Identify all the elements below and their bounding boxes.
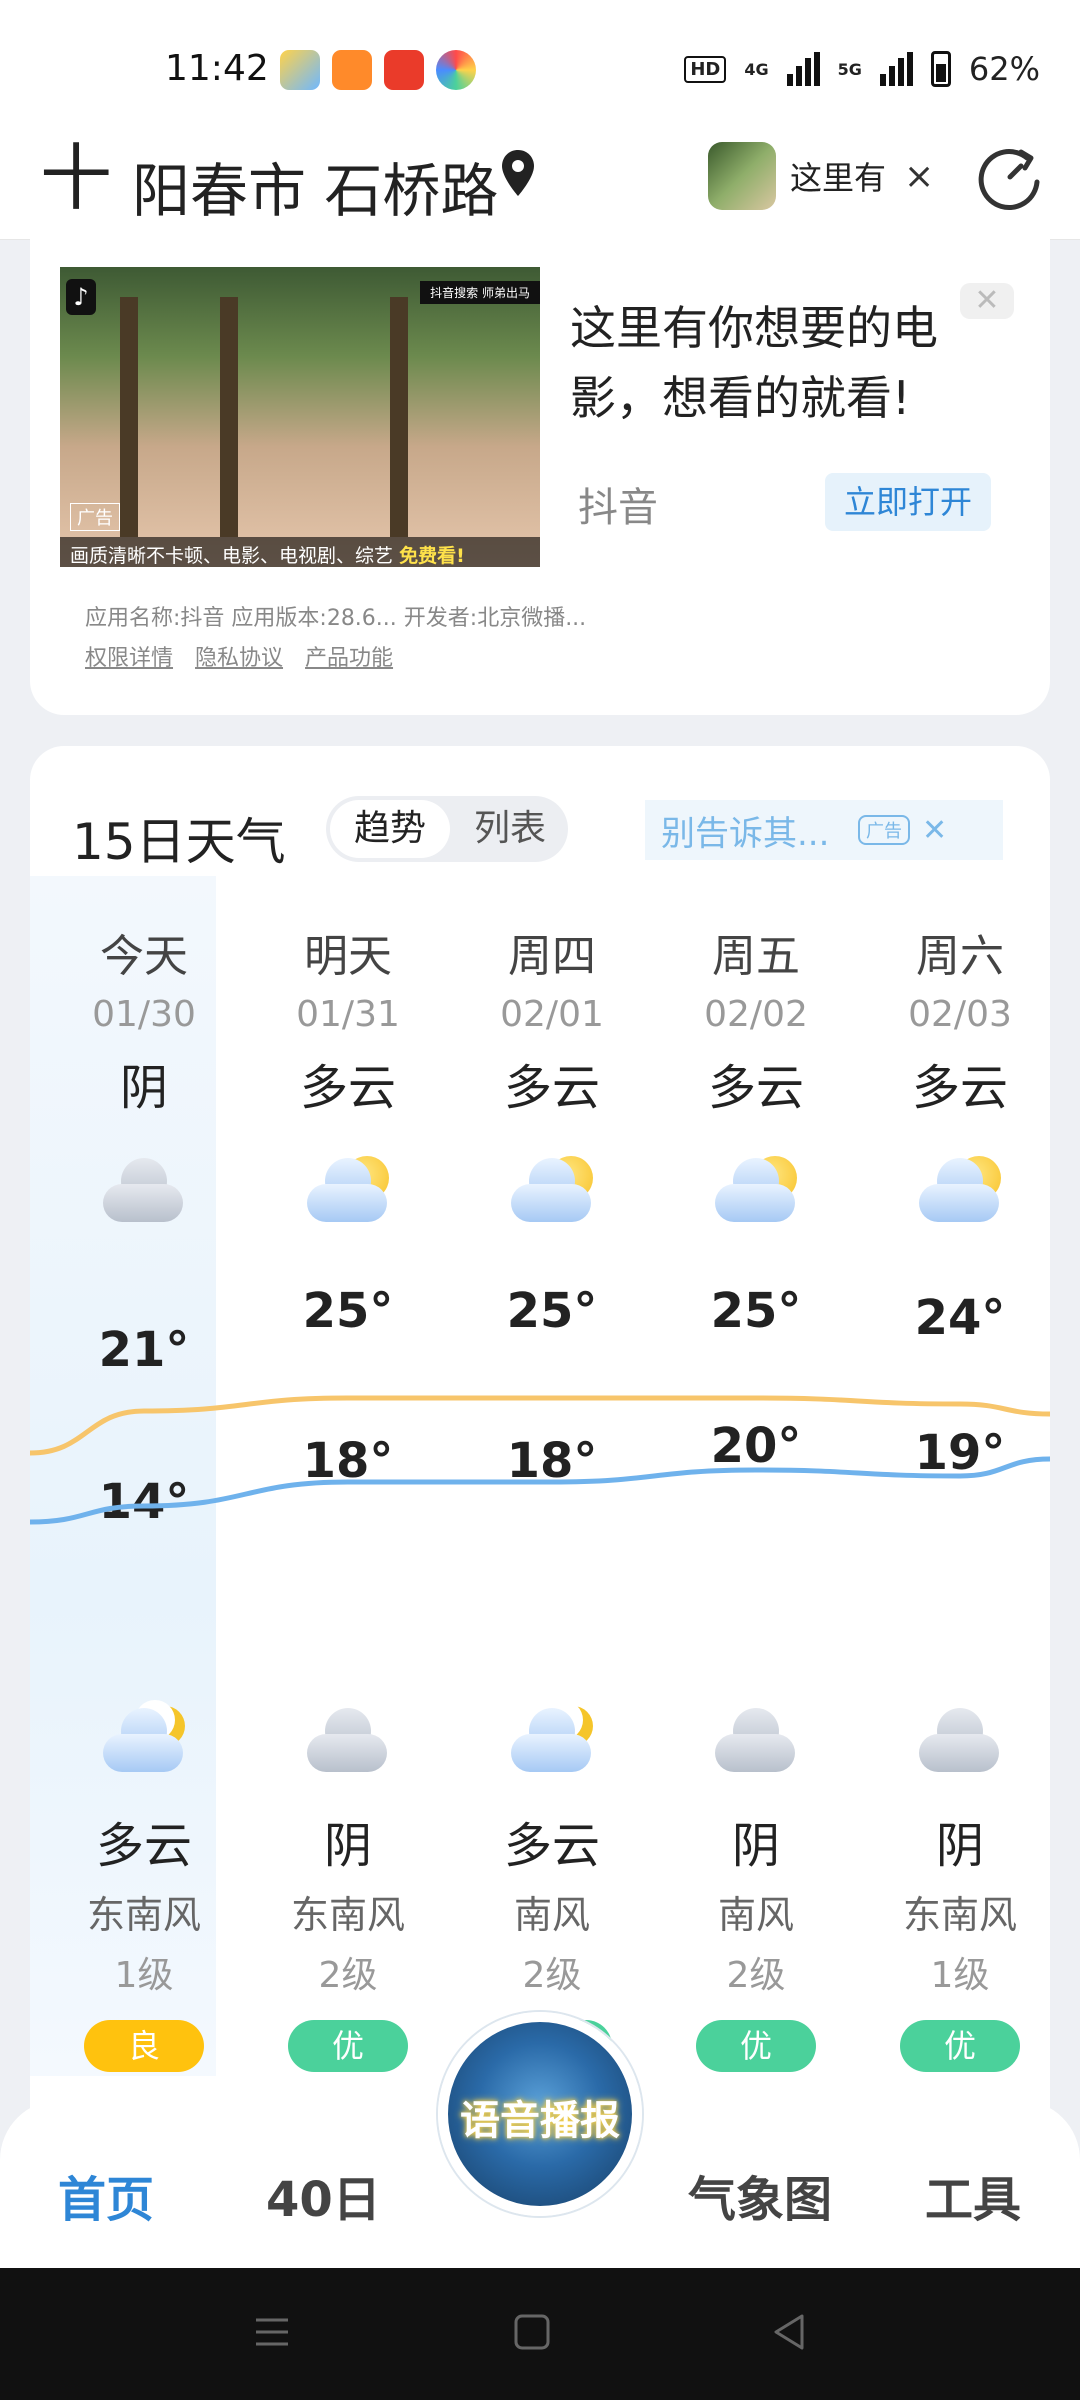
add-city-button[interactable]: 十 (40, 142, 112, 214)
tiktok-logo-icon: ♪ (66, 279, 96, 315)
forecast-card: 15日天气 趋势 列表 别告诉其... 广告 ✕ 今天 01/30 阴 21° 14° 多… (30, 746, 1050, 2146)
browser-app-icon (436, 50, 476, 90)
header-ad-chip[interactable]: 这里有 × (708, 142, 934, 210)
network-5g-label: 5G (837, 59, 862, 79)
nav-40-day[interactable]: 40日 (266, 2160, 381, 2230)
ad-image-tree (220, 297, 238, 537)
ad-image-tag: 广告 (70, 503, 120, 531)
home-icon[interactable] (510, 2310, 554, 2354)
app-header: 十 阳春市 石桥路 这里有 × (0, 120, 1080, 240)
nav-home[interactable]: 首页 (58, 2160, 154, 2230)
signal-icon (786, 52, 820, 86)
system-nav-bar (0, 2268, 1080, 2400)
ad-image-tree (390, 297, 408, 537)
low-temp-line (30, 1456, 1050, 1525)
signal-icon-2 (879, 52, 913, 86)
refresh-icon[interactable] (975, 142, 1045, 212)
back-icon[interactable] (768, 2310, 812, 2354)
status-right: HD 4G 5G 62% (684, 50, 1040, 88)
voice-broadcast-button[interactable]: 语音播报 (438, 2012, 642, 2216)
status-app-icons (280, 50, 476, 90)
ad-image[interactable]: ♪ 抖音搜索 师弟出马 广告 画质清晰不卡顿、电影、电视剧、综艺 免费看! (60, 267, 540, 567)
listen-app-icon (384, 50, 424, 90)
ad-image-overlay-text: 抖音搜索 师弟出马 (420, 281, 540, 304)
temperature-trend-chart (30, 1395, 1050, 1525)
location-title[interactable]: 阳春市 石桥路 (132, 144, 498, 228)
network-4g-label: 4G (744, 59, 769, 79)
menu-icon[interactable] (250, 2310, 294, 2354)
permission-link[interactable]: 权限详情 (85, 640, 173, 672)
high-temp-line (30, 1395, 1050, 1456)
ad-image-tree (120, 297, 138, 537)
privacy-link[interactable]: 隐私协议 (195, 640, 283, 672)
ad-brand: 抖音 (578, 485, 658, 531)
ad-thumbnail (708, 142, 776, 210)
ad-title[interactable]: 这里有你想要的电影，想看的就看! (570, 293, 990, 433)
ad-image-caption: 画质清晰不卡顿、电影、电视剧、综艺 免费看! (60, 537, 540, 567)
ad-links: 权限详情 隐私协议 产品功能 (85, 640, 393, 672)
battery-icon (930, 51, 951, 87)
ad-close-button[interactable]: ✕ (960, 283, 1014, 319)
status-time: 11:42 (165, 48, 269, 89)
location-pin-icon (502, 150, 534, 196)
nav-tools[interactable]: 工具 (925, 2160, 1021, 2230)
status-bar: 11:42 HD 4G 5G 62% (0, 0, 1080, 140)
header-ad-close-icon[interactable]: × (904, 156, 934, 197)
nav-weather-map[interactable]: 气象图 (688, 2160, 832, 2230)
open-app-button[interactable]: 立即打开 (825, 473, 991, 531)
voice-broadcast-label: 语音播报 (460, 2098, 620, 2144)
header-ad-text: 这里有 (790, 159, 887, 197)
ad-meta: 应用名称:抖音 应用版本:28.6... 开发者:北京微播... (85, 606, 587, 631)
features-link[interactable]: 产品功能 (305, 640, 393, 672)
video-app-icon (332, 50, 372, 90)
ad-card[interactable]: ♪ 抖音搜索 师弟出马 广告 画质清晰不卡顿、电影、电视剧、综艺 免费看! 这里… (30, 235, 1050, 715)
ad-caption-text: 画质清晰不卡顿、电影、电视剧、综艺 (70, 545, 394, 567)
hd-icon: HD (684, 55, 727, 83)
battery-percent: 62% (968, 50, 1040, 88)
weather-app-icon (280, 50, 320, 90)
ad-caption-highlight: 免费看! (399, 545, 465, 567)
